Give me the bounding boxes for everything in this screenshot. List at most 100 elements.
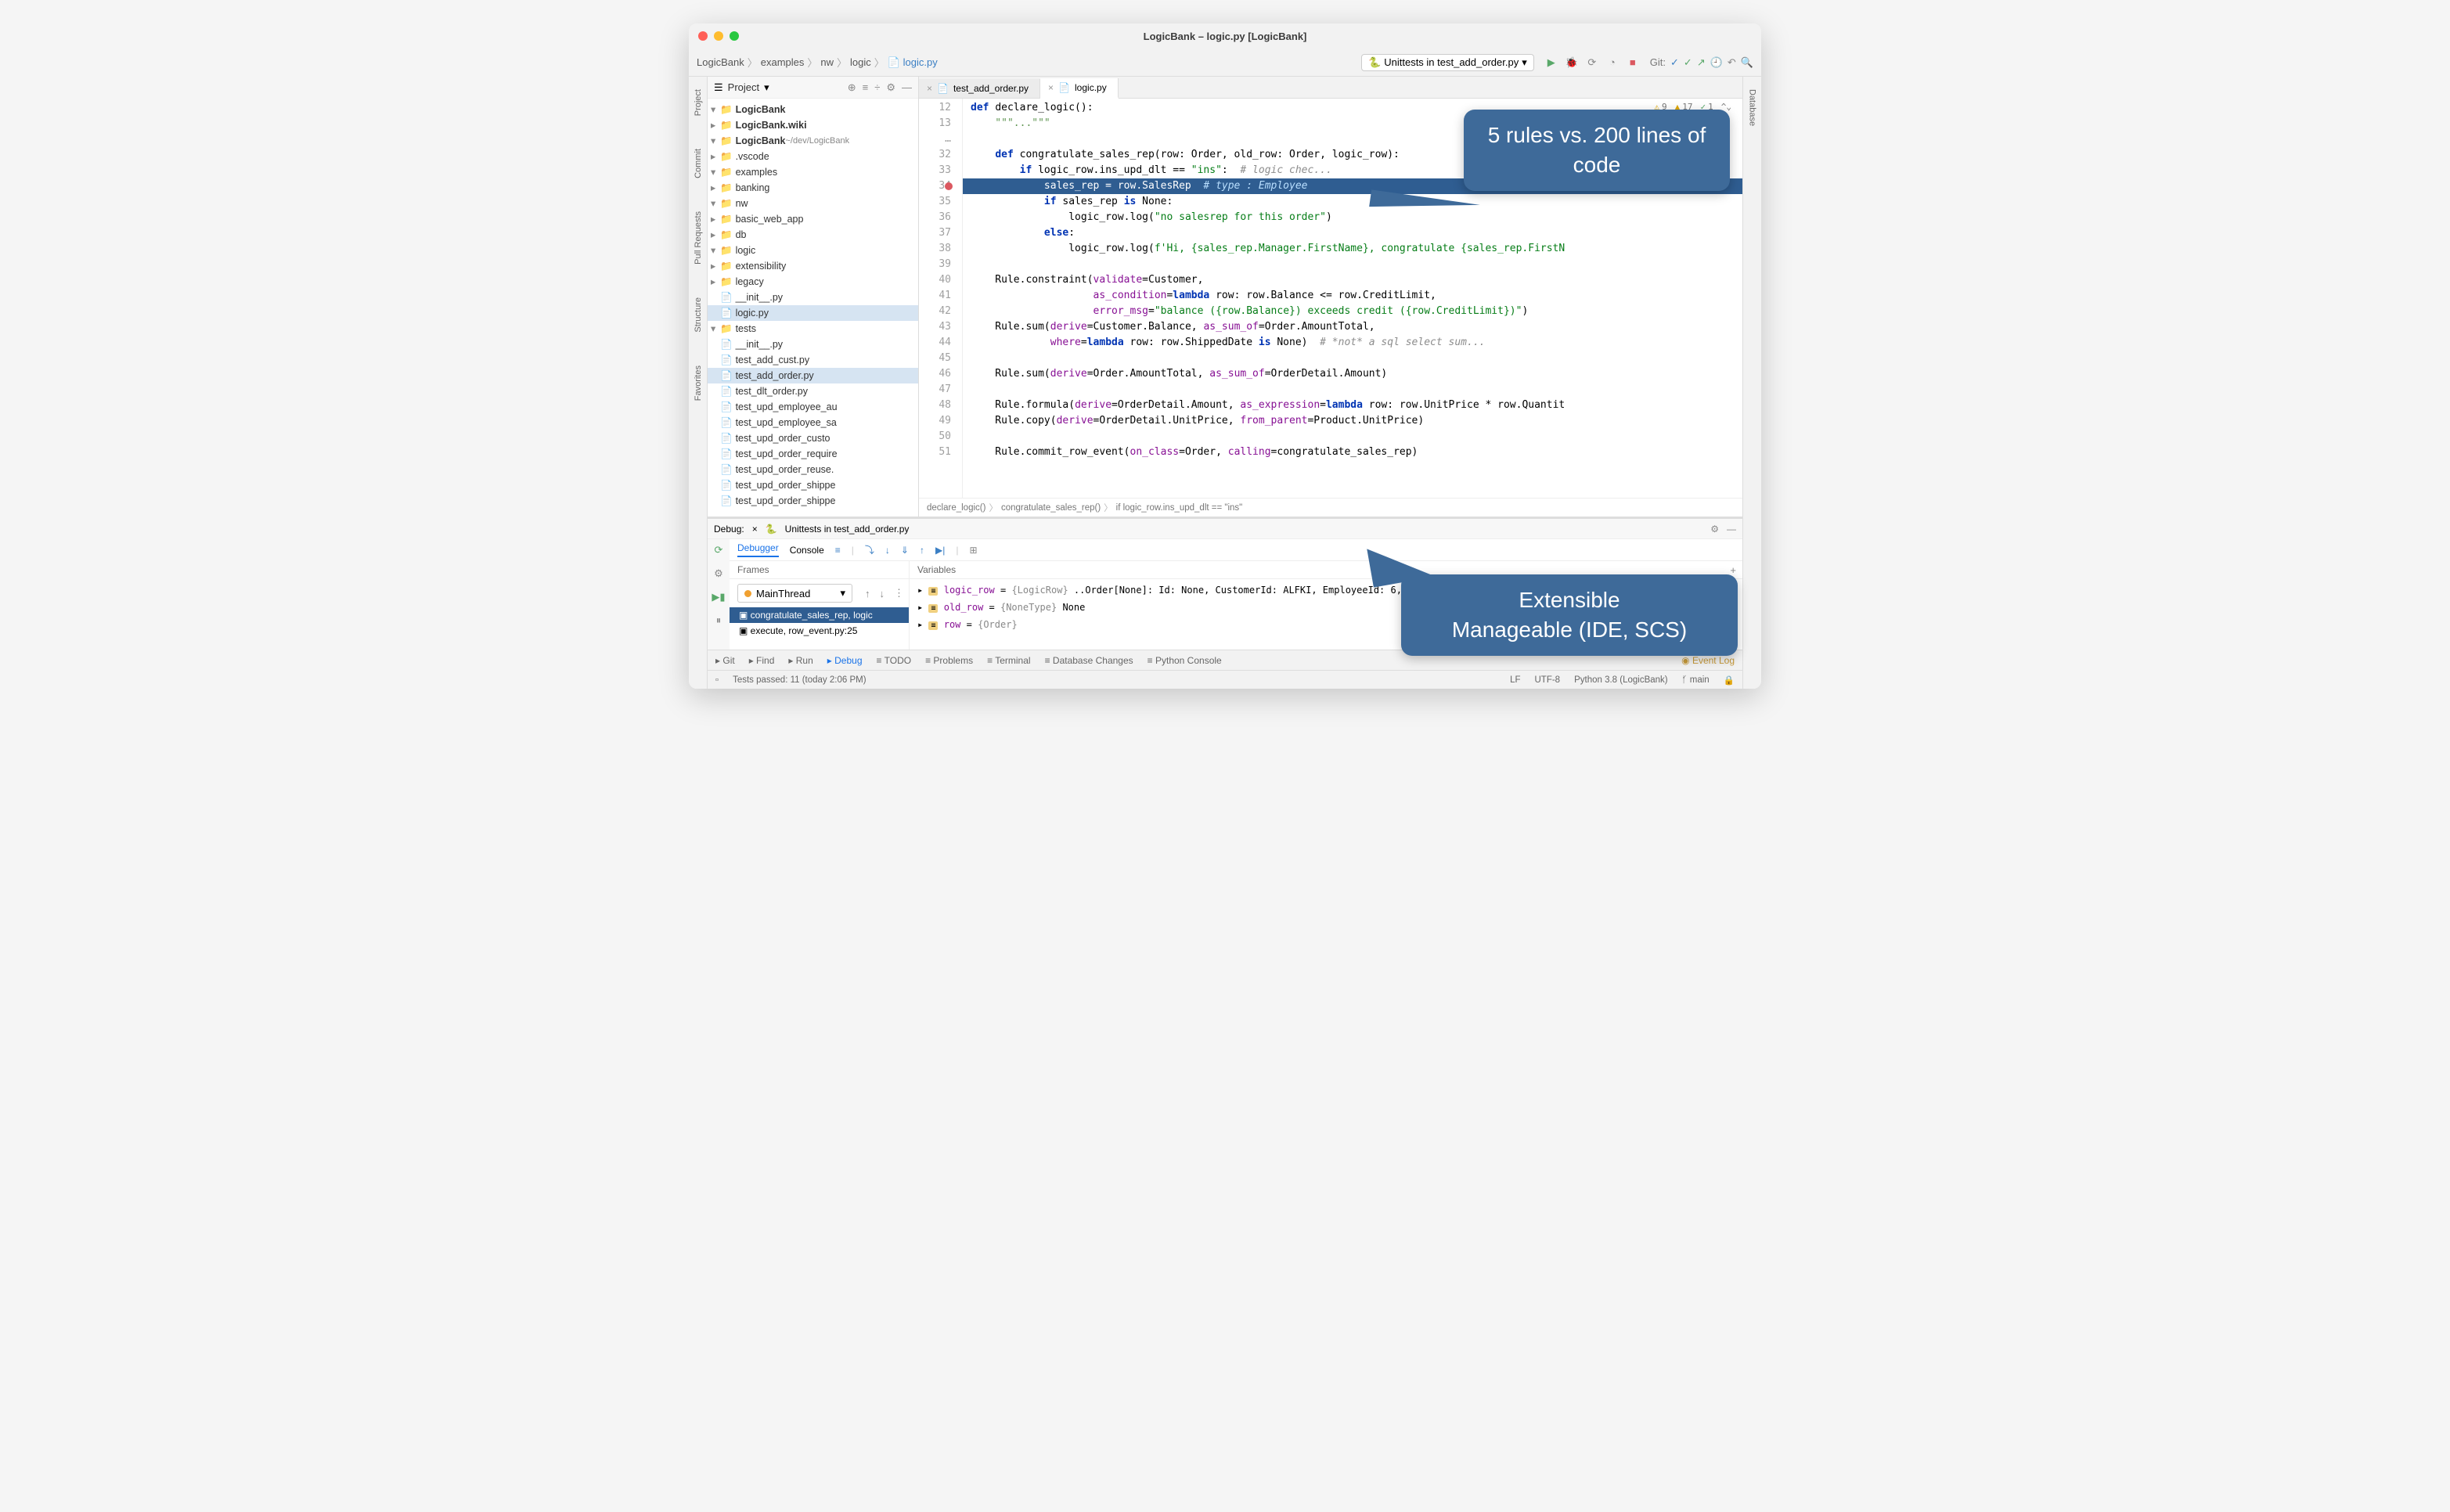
thread-selector[interactable]: MainThread ▾ (737, 584, 852, 603)
tree-node[interactable]: ▾📁LogicBank (708, 102, 918, 117)
run-button[interactable]: ▶ (1545, 56, 1558, 69)
tree-node[interactable]: ▸📁.vscode (708, 149, 918, 164)
bottom-tab-git[interactable]: ▸ Git (715, 655, 735, 666)
tree-node[interactable]: 📄__init__.py (708, 337, 918, 352)
bottom-tab-python-console[interactable]: ≡ Python Console (1148, 655, 1222, 666)
coverage-button[interactable]: ⟳ (1586, 56, 1598, 69)
profile-button[interactable]: ◔ (1606, 56, 1619, 69)
editor-tab[interactable]: ×📄logic.py (1040, 78, 1119, 99)
breakpoint-icon[interactable] (945, 182, 953, 190)
add-watch-icon[interactable]: + (1724, 564, 1742, 576)
tree-node[interactable]: 📄test_upd_order_require (708, 446, 918, 462)
step-into-my-icon[interactable]: ⇓ (901, 545, 909, 556)
bottom-tab-debug[interactable]: ▸ Debug (827, 655, 863, 666)
tree-node[interactable]: ▾📁LogicBank ~/dev/LogicBank (708, 133, 918, 149)
bottom-tab-find[interactable]: ▸ Find (749, 655, 775, 666)
thread-name: MainThread (756, 588, 810, 599)
tree-node[interactable]: 📄logic.py (708, 305, 918, 321)
bottom-tab-todo[interactable]: ≡ TODO (877, 655, 912, 666)
tree-node[interactable]: 📄test_dlt_order.py (708, 383, 918, 399)
vcs-update-icon[interactable]: ✓ (1670, 56, 1679, 69)
evaluate-icon[interactable]: ⊞ (969, 545, 977, 556)
tool-tab-structure[interactable]: Structure (692, 293, 704, 337)
event-log-tab[interactable]: ◉ Event Log (1681, 655, 1735, 666)
tree-node[interactable]: 📄test_upd_employee_au (708, 399, 918, 415)
tool-window-quick-access-icon[interactable]: ▫ (715, 675, 719, 685)
line-ending[interactable]: LF (1510, 675, 1520, 685)
project-tree[interactable]: ▾📁LogicBank▸📁LogicBank.wiki▾📁LogicBank ~… (708, 99, 918, 512)
editor-gutter[interactable]: 1213…32333435363738394041424344454647484… (919, 99, 963, 498)
gear-icon[interactable]: ⚙ (1710, 524, 1719, 535)
rerun-icon[interactable]: ⟳ (715, 544, 723, 556)
tree-node[interactable]: 📄test_upd_order_shippe (708, 493, 918, 509)
tree-node[interactable]: ▾📁logic (708, 243, 918, 258)
tool-tab-database[interactable]: Database (1746, 85, 1759, 131)
tool-tab-pull-requests[interactable]: Pull Requests (692, 207, 704, 269)
tree-node[interactable]: ▸📁banking (708, 180, 918, 196)
debugger-tab[interactable]: Debugger (737, 542, 779, 557)
tree-node[interactable]: ▸📁LogicBank.wiki (708, 117, 918, 133)
threads-icon[interactable]: ≡ (835, 545, 841, 556)
tree-node[interactable]: 📄test_upd_order_shippe (708, 477, 918, 493)
tree-node[interactable]: 📄test_add_cust.py (708, 352, 918, 368)
maximize-window-button[interactable] (730, 31, 739, 41)
frame-filter-icon[interactable]: ⋮ (889, 587, 909, 599)
step-over-icon[interactable]: ⤵ (865, 543, 874, 556)
debug-config-label[interactable]: Unittests in test_add_order.py (785, 524, 910, 535)
prev-frame-icon[interactable]: ↑ (860, 588, 875, 599)
editor-tab[interactable]: ×📄test_add_order.py (919, 79, 1040, 98)
tree-node[interactable]: 📄test_upd_employee_sa (708, 415, 918, 430)
tree-node[interactable]: ▸📁extensibility (708, 258, 918, 274)
minimize-window-button[interactable] (714, 31, 723, 41)
close-window-button[interactable] (698, 31, 708, 41)
bottom-tab-terminal[interactable]: ≡ Terminal (987, 655, 1030, 666)
select-opened-file-icon[interactable]: ⊕ (848, 81, 856, 94)
next-frame-icon[interactable]: ↓ (875, 588, 890, 599)
git-branch[interactable]: ᚶ main (1682, 675, 1710, 685)
bottom-tab-run[interactable]: ▸ Run (788, 655, 812, 666)
history-icon[interactable]: 🕘 (1710, 56, 1723, 69)
step-out-icon[interactable]: ↑ (920, 545, 924, 556)
pause-icon[interactable]: ⏸ (716, 614, 722, 627)
tree-node[interactable]: ▾📁nw (708, 196, 918, 211)
tool-tab-commit[interactable]: Commit (692, 144, 704, 183)
search-everywhere-icon[interactable]: 🔍 (1741, 56, 1753, 69)
resume-icon[interactable]: ▶▮ (712, 591, 725, 603)
lock-icon[interactable]: 🔒 (1724, 675, 1735, 686)
tree-node[interactable]: 📄__init__.py (708, 290, 918, 305)
chevron-down-icon[interactable]: ▾ (764, 81, 769, 94)
run-to-cursor-icon[interactable]: ▶| (935, 545, 945, 556)
stack-frame[interactable]: ▣ execute, row_event.py:25 (730, 623, 909, 639)
tree-node[interactable]: ▾📁examples (708, 164, 918, 180)
hide-icon[interactable]: — (1727, 524, 1736, 535)
stop-button[interactable]: ■ (1627, 56, 1639, 69)
run-configuration-selector[interactable]: 🐍 Unittests in test_add_order.py ▾ (1361, 54, 1534, 71)
tree-node[interactable]: ▸📁db (708, 227, 918, 243)
encoding[interactable]: UTF-8 (1534, 675, 1560, 685)
tree-node[interactable]: ▸📁basic_web_app (708, 211, 918, 227)
settings-icon[interactable]: ⚙ (886, 81, 895, 94)
debug-button[interactable]: 🐞 (1565, 56, 1578, 69)
bottom-tab-problems[interactable]: ≡ Problems (925, 655, 973, 666)
vcs-push-icon[interactable]: ↗ (1697, 56, 1706, 69)
tree-node[interactable]: 📄test_upd_order_reuse. (708, 462, 918, 477)
stack-frame[interactable]: ▣ congratulate_sales_rep, logic (730, 607, 909, 623)
modify-run-icon[interactable]: ⚙ (714, 567, 723, 580)
vcs-commit-icon[interactable]: ✓ (1684, 56, 1692, 69)
hide-icon[interactable]: — (902, 81, 912, 94)
tool-tab-project[interactable]: Project (692, 85, 704, 121)
tool-tab-favorites[interactable]: Favorites (692, 361, 704, 405)
collapse-all-icon[interactable]: ÷ (874, 81, 880, 94)
console-tab[interactable]: Console (790, 545, 824, 556)
tree-node[interactable]: 📄test_add_order.py (708, 368, 918, 383)
breadcrumb[interactable]: LogicBank〉examples〉nw〉logic〉📄 logic.py (697, 55, 938, 70)
revert-icon[interactable]: ↶ (1728, 56, 1736, 69)
editor-breadcrumbs[interactable]: declare_logic()〉congratulate_sales_rep()… (919, 498, 1742, 517)
bottom-tab-database-changes[interactable]: ≡ Database Changes (1045, 655, 1133, 666)
step-into-icon[interactable]: ↓ (885, 545, 890, 556)
interpreter[interactable]: Python 3.8 (LogicBank) (1574, 675, 1668, 685)
tree-node[interactable]: ▸📁legacy (708, 274, 918, 290)
tree-node[interactable]: 📄test_upd_order_custo (708, 430, 918, 446)
tree-node[interactable]: ▾📁tests (708, 321, 918, 337)
expand-all-icon[interactable]: ≡ (863, 81, 869, 94)
